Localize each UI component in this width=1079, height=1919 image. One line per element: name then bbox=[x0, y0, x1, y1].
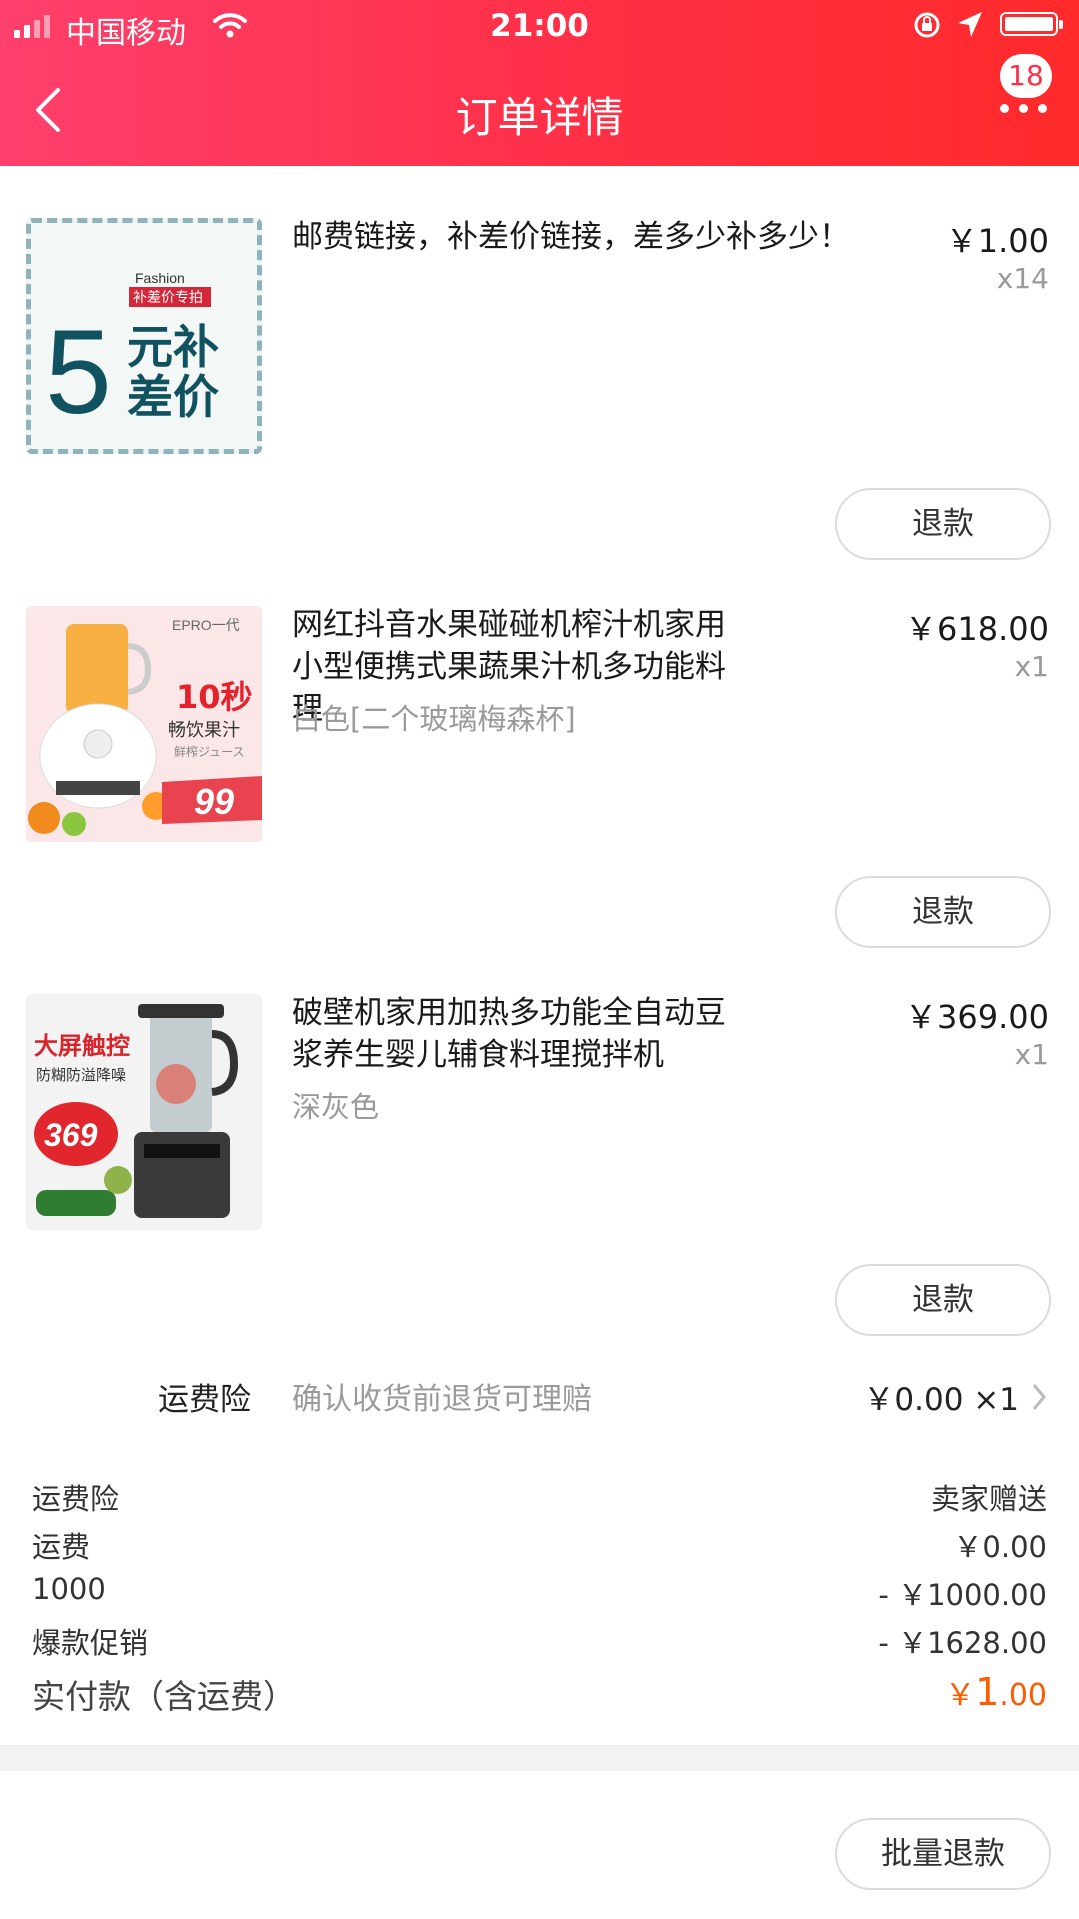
summary-label: 运费 bbox=[32, 1530, 91, 1564]
postage-card-image: Fashion 补差价专拍 5 元补 差价 bbox=[31, 223, 257, 449]
total-label: 实付款（含运费） bbox=[32, 1677, 296, 1716]
total-currency: ￥ bbox=[945, 1678, 976, 1713]
blender-product-image: 大屏触控 防糊防溢降噪 369 bbox=[26, 994, 262, 1230]
product-thumbnail[interactable]: EPRO一代 10秒 畅饮果汁 鲜榨ジュース 99 bbox=[26, 606, 262, 842]
thumb-big-number: 5 bbox=[45, 305, 112, 439]
thumb-brand-text: EPRO一代 bbox=[172, 617, 240, 633]
summary-row: 1000 - ￥1000.00 bbox=[32, 1572, 1047, 1616]
insurance-label: 运费险 bbox=[158, 1382, 251, 1418]
thumb-tag-text: 补差价专拍 bbox=[133, 290, 203, 306]
order-item: Fashion 补差价专拍 5 元补 差价 邮费链接，补差价链接，差多少补多少！… bbox=[0, 166, 1079, 560]
product-price: ￥1.00 bbox=[945, 222, 1049, 260]
bulk-refund-button[interactable]: 批量退款 bbox=[835, 1818, 1051, 1890]
thumb-text-2: 差价 bbox=[127, 370, 219, 424]
refund-button[interactable]: 退款 bbox=[835, 876, 1051, 948]
total-row: 实付款（含运费） ￥1.00 bbox=[32, 1670, 1047, 1724]
product-thumbnail[interactable]: 大屏触控 防糊防溢降噪 369 bbox=[26, 994, 262, 1230]
product-price: ￥618.00 bbox=[905, 610, 1049, 648]
thumb-subtext: 鲜榨ジュース bbox=[174, 744, 245, 759]
product-price: ￥369.00 bbox=[905, 998, 1049, 1036]
chevron-right-icon bbox=[1031, 1382, 1047, 1416]
thumb-fashion-text: Fashion bbox=[135, 270, 185, 286]
order-item: 大屏触控 防糊防溢降噪 369 破壁机家用加热多功能全自动豆浆养生婴儿辅食料理搅… bbox=[0, 942, 1079, 1336]
thumb-text-1: 元补 bbox=[127, 320, 219, 374]
summary-value: 卖家赠送 bbox=[930, 1482, 1047, 1516]
location-icon bbox=[956, 10, 984, 44]
section-divider bbox=[0, 1745, 1079, 1771]
thumb-price-text: 99 bbox=[194, 781, 234, 822]
total-decimal: .00 bbox=[999, 1678, 1047, 1713]
thumb-headline: 大屏触控 bbox=[34, 1032, 130, 1060]
summary-label: 爆款促销 bbox=[32, 1626, 149, 1660]
summary-label: 1000 bbox=[32, 1572, 106, 1606]
app-header: 中国移动 21:00 订单详情 18 bbox=[0, 0, 1079, 166]
thumb-juice-text: 畅饮果汁 bbox=[168, 720, 240, 741]
product-spec: 深灰色 bbox=[292, 1090, 380, 1124]
more-icon bbox=[1000, 104, 1047, 113]
summary-row: 运费 ￥0.00 bbox=[32, 1524, 1047, 1568]
product-name[interactable]: 邮费链接，补差价链接，差多少补多少！ bbox=[292, 216, 882, 258]
summary-row: 运费险 卖家赠送 bbox=[32, 1476, 1047, 1520]
product-thumbnail[interactable]: Fashion 补差价专拍 5 元补 差价 bbox=[26, 218, 262, 454]
insurance-description: 确认收货前退货可理赔 bbox=[292, 1382, 592, 1417]
product-quantity: x14 bbox=[996, 262, 1049, 295]
total-amount: ￥1.00 bbox=[945, 1670, 1047, 1714]
rotation-lock-icon bbox=[912, 10, 942, 44]
summary-value: ￥0.00 bbox=[953, 1530, 1047, 1564]
thumb-seconds-text: 10秒 bbox=[176, 678, 253, 716]
summary-value: - ￥1628.00 bbox=[878, 1626, 1047, 1660]
refund-button[interactable]: 退款 bbox=[835, 1264, 1051, 1336]
summary-label: 运费险 bbox=[32, 1482, 120, 1516]
page-title: 订单详情 bbox=[455, 93, 624, 142]
product-spec: 白色[二个玻璃梅森杯] bbox=[292, 702, 576, 736]
insurance-price: ￥0.00 ×1 bbox=[863, 1382, 1019, 1418]
status-bar: 中国移动 21:00 bbox=[0, 0, 1079, 56]
thumb-feature-text: 防糊防溢降噪 bbox=[36, 1066, 126, 1084]
message-count-badge: 18 bbox=[1000, 54, 1052, 98]
summary-row: 爆款促销 - ￥1628.00 bbox=[32, 1620, 1047, 1664]
refund-button[interactable]: 退款 bbox=[835, 488, 1051, 560]
product-quantity: x1 bbox=[1014, 1038, 1049, 1071]
battery-icon bbox=[1000, 12, 1063, 36]
product-quantity: x1 bbox=[1014, 650, 1049, 683]
order-item: EPRO一代 10秒 畅饮果汁 鲜榨ジュース 99 网红抖音水果碰碰机榨汁机家用… bbox=[0, 554, 1079, 948]
summary-value: - ￥1000.00 bbox=[878, 1578, 1047, 1612]
product-name[interactable]: 破壁机家用加热多功能全自动豆浆养生婴儿辅食料理搅拌机 bbox=[292, 992, 732, 1076]
juicer-product-image: EPRO一代 10秒 畅饮果汁 鲜榨ジュース 99 bbox=[26, 606, 262, 842]
shipping-insurance-row[interactable]: 运费险 确认收货前退货可理赔 ￥0.00 ×1 bbox=[0, 1368, 1079, 1428]
thumb-price-text: 369 bbox=[44, 1117, 98, 1153]
total-integer: 1 bbox=[975, 1670, 1000, 1714]
